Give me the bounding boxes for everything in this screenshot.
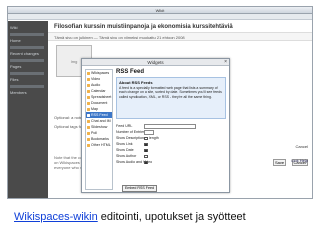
- embed-rss-feed-button[interactable]: Embed RSS Feed: [122, 185, 157, 192]
- dialog-titlebar: Widgets ×: [82, 59, 229, 66]
- widget-type-list: Wikispaces Video Audio Calendar Spreadsh…: [85, 69, 113, 190]
- map-icon: [87, 107, 90, 111]
- show-date-checkbox[interactable]: [144, 148, 148, 152]
- sidebar-item-members[interactable]: Members: [10, 90, 27, 95]
- link-help[interactable]: Link Help: [291, 158, 308, 163]
- close-icon[interactable]: ×: [224, 59, 227, 66]
- save-button[interactable]: Save: [272, 159, 287, 166]
- edit-status-strip: Tämä sivu on julkinen — Tämä sivu on vii…: [48, 32, 312, 41]
- caption-text: editointi, upotukset ja syötteet: [97, 211, 246, 223]
- rss-form: Feed URL Number of Entries Show Descript…: [116, 123, 228, 165]
- wikispaces-icon: [87, 71, 90, 75]
- widget-item-other-html[interactable]: Other HTML: [86, 142, 112, 148]
- poll-icon: [87, 131, 90, 135]
- sidebar-item-recent[interactable]: Recent changes: [10, 51, 39, 56]
- about-rss-body: A feed is a specially formatted web page…: [119, 86, 222, 99]
- sidebar-row: [10, 85, 44, 88]
- about-rss-title: About RSS Feeds: [119, 80, 153, 85]
- right-cancel-text[interactable]: Cancel: [296, 144, 308, 149]
- dialog-title: Widgets: [147, 60, 164, 65]
- image-placeholder-label: Img: [70, 59, 78, 64]
- window-title: Wikit: [155, 8, 165, 13]
- video-icon: [87, 77, 90, 81]
- sidebar-row: [10, 46, 44, 49]
- html-icon: [87, 143, 90, 147]
- calendar-icon: [87, 89, 90, 93]
- sidebar-item-files[interactable]: Files: [10, 77, 18, 82]
- show-link-checkbox[interactable]: [144, 142, 148, 146]
- slide-caption: Wikispaces-wikin editointi, upotukset ja…: [14, 210, 246, 224]
- rss-heading: RSS Feed: [116, 69, 145, 75]
- rss-icon: [87, 113, 90, 117]
- form-row-show-av: Show Audio and Video: [116, 160, 153, 164]
- sidebar-row: [10, 72, 44, 75]
- browser-toolbar: [8, 14, 312, 20]
- caption-link[interactable]: Wikispaces-wikin: [14, 211, 98, 223]
- chat-icon: [87, 119, 90, 123]
- sidebar-row: [10, 59, 44, 62]
- show-description-checkbox[interactable]: [144, 136, 148, 140]
- browser-titlebar: Wikit: [8, 7, 312, 14]
- sidebar-item-home[interactable]: Home: [10, 38, 21, 43]
- about-rss-box: About RSS Feeds A feed is a specially fo…: [116, 77, 226, 119]
- page-title: Filosofian kurssin muistiinpanoja ja eko…: [54, 24, 233, 30]
- sidebar-item-wiki[interactable]: Wiki: [10, 25, 18, 30]
- document-icon: [87, 101, 90, 105]
- show-audio-video-checkbox[interactable]: [144, 160, 148, 164]
- entries-input[interactable]: [144, 130, 154, 135]
- sidebar-row: [10, 33, 44, 36]
- bookmarks-icon: [87, 137, 90, 141]
- sidebar: Wiki Home Recent changes Pages Files Mem…: [8, 21, 48, 198]
- sidebar-item-pages[interactable]: Pages: [10, 64, 21, 69]
- edit-status-text: Tämä sivu on julkinen — Tämä sivu on vii…: [54, 35, 185, 40]
- show-author-checkbox[interactable]: [144, 154, 148, 158]
- spreadsheet-icon: [87, 95, 90, 99]
- audio-icon: [87, 83, 90, 87]
- slideshow-icon: [87, 125, 90, 129]
- rss-panel: RSS Feed About RSS Feeds A feed is a spe…: [116, 69, 228, 192]
- feed-url-input[interactable]: [144, 124, 196, 129]
- widgets-dialog: Widgets × Wikispaces Video Audio Calenda…: [81, 58, 230, 193]
